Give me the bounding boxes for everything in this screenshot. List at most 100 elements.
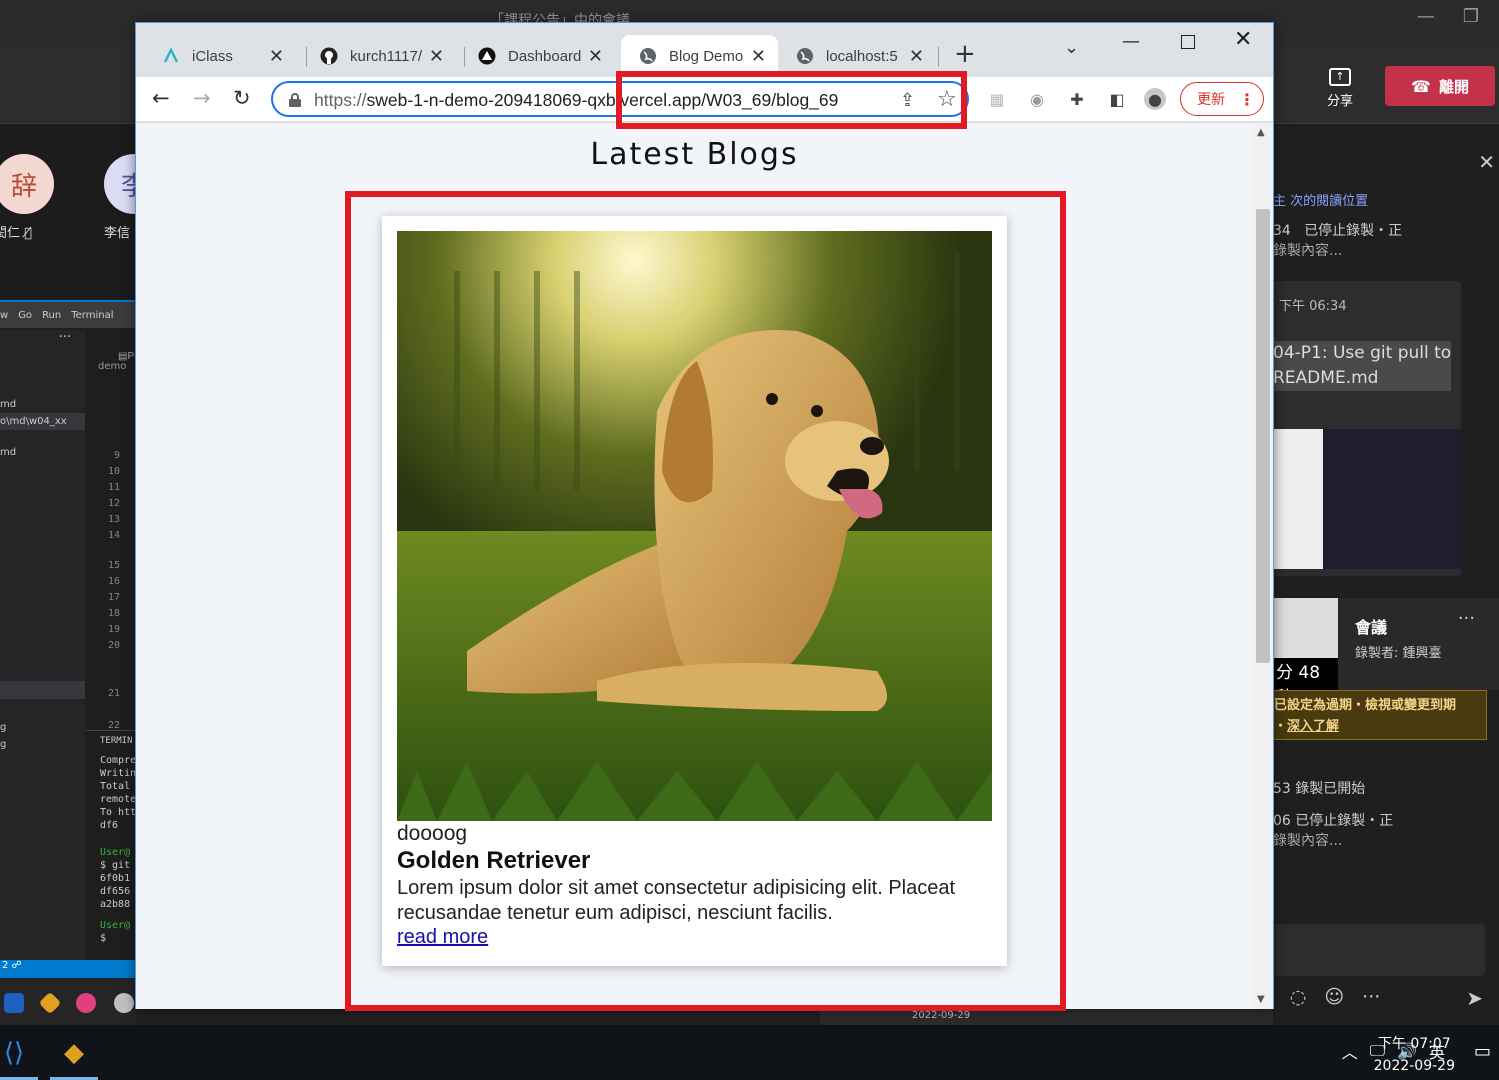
terminal-line: To htt (100, 807, 136, 818)
line-number: 17 (107, 592, 120, 603)
maximize-icon[interactable] (1181, 35, 1195, 49)
line-number: 11 (107, 482, 120, 493)
close-tab-icon[interactable]: ✕ (751, 47, 766, 65)
back-icon[interactable]: ← (152, 86, 170, 110)
chat-message[interactable]: 下午 06:34 04-P1: Use git pull to README.m… (1273, 281, 1461, 576)
vscode-terminal[interactable]: TERMIN Compre Writin Total remote To htt… (86, 730, 136, 960)
reload-icon[interactable]: ↻ (233, 86, 251, 110)
tab-divider (938, 47, 939, 67)
avatar-initial: 辞 (0, 154, 54, 214)
line-number: 9 (113, 450, 120, 461)
line-number: 14 (107, 530, 120, 541)
palette-icon[interactable] (114, 992, 134, 1013)
send-icon[interactable]: ➤ (1466, 986, 1483, 1010)
address-bar[interactable]: https://sweb-1-n-demo-209418069-qxb.verc… (271, 81, 969, 117)
minimize-icon[interactable]: — (1122, 31, 1140, 52)
close-tab-icon[interactable]: ✕ (588, 47, 603, 65)
app-icon[interactable] (4, 992, 24, 1013)
explorer-file[interactable]: o\md\w04_xx (0, 413, 85, 430)
git-taskbar-icon[interactable]: ◆ (50, 1025, 98, 1080)
close-tab-icon[interactable]: ✕ (269, 47, 284, 65)
scroll-down-icon[interactable]: ▼ (1257, 994, 1265, 1005)
vscode-menu-bar: w Go Run Terminal (0, 302, 136, 328)
forward-icon[interactable]: → (193, 86, 211, 110)
more-icon[interactable]: ··· (1362, 986, 1380, 1008)
menu-item[interactable]: Go (18, 310, 32, 321)
recording-title: 會議 (1355, 618, 1388, 637)
tab-localhost[interactable]: localhost:5 ✕ (782, 35, 936, 77)
chat-bubble-icon[interactable]: ◌ (1290, 986, 1307, 1008)
new-tab-button[interactable]: + (954, 41, 976, 67)
tab-dashboard[interactable]: Dashboard ✕ (452, 35, 615, 77)
participant-avatar[interactable]: 辞 閎仁 🎙̸ (0, 154, 54, 241)
url-text[interactable]: https://sweb-1-n-demo-209418069-qxb.verc… (314, 90, 884, 111)
restore-icon[interactable]: ❐ (1463, 6, 1479, 27)
line-number: 10 (107, 466, 120, 477)
close-icon[interactable]: ✕ (1478, 150, 1495, 174)
vscode-taskbar-icon[interactable]: ⟨⟩ (0, 1025, 38, 1080)
bookmark-star-icon[interactable]: ☆ (937, 87, 957, 112)
close-tab-icon[interactable]: ✕ (429, 47, 444, 65)
git-icon[interactable] (38, 991, 62, 1014)
read-more-link[interactable]: read more (397, 926, 488, 949)
screenshot-thumbnail[interactable] (1273, 429, 1461, 569)
share-page-icon[interactable]: ⇪ (900, 90, 915, 111)
lock-icon[interactable] (289, 93, 301, 107)
menu-item[interactable]: w (0, 310, 8, 321)
chevron-up-icon[interactable]: ︿ (1342, 1039, 1358, 1063)
taskbar-clock[interactable]: 下午 07:07 2022-09-29 (1374, 1033, 1455, 1077)
extension-icon[interactable]: ◉ (1026, 88, 1048, 110)
participant-name: 閎仁 🎙̸ (0, 226, 32, 241)
line-number: 16 (107, 576, 120, 587)
tab-blog-demo[interactable]: Blog Demo ✕ (621, 35, 778, 77)
breadcrumb: demo (98, 361, 127, 372)
page-title: Latest Blogs (590, 137, 799, 172)
terminal-line: 6f0b1 (100, 873, 131, 884)
chat-system-line: 錄製內容... (1273, 243, 1343, 259)
emoji-icon[interactable]: ☺ (1324, 986, 1344, 1008)
explorer-file[interactable]: md (0, 396, 85, 413)
more-icon[interactable]: ··· (0, 330, 85, 345)
update-button[interactable]: 更新 ⋮ (1180, 82, 1264, 116)
message-text: 04-P1: Use git pull to README.md (1273, 341, 1452, 391)
explorer-file[interactable]: g (0, 719, 85, 736)
share-button[interactable]: ↑ 分享 (1316, 68, 1364, 109)
recording-thumbnail[interactable]: 分 48秒 (1273, 598, 1338, 708)
explorer-file[interactable]: md (0, 444, 85, 461)
minimize-icon[interactable]: — (1417, 6, 1435, 27)
explorer-selected-row[interactable] (0, 681, 85, 699)
tab-github[interactable]: kurch1117/ ✕ (294, 35, 456, 77)
line-number: 15 (107, 560, 120, 571)
terminal-line: $ (100, 933, 107, 944)
chevron-down-icon[interactable]: ⌄ (1064, 37, 1079, 58)
leave-label: 離開 (1438, 77, 1469, 96)
tab-label: Blog Demo (669, 47, 744, 65)
chat-compose-box[interactable] (1273, 924, 1485, 976)
puzzle-icon[interactable]: ✚ (1066, 88, 1088, 110)
extension-icon[interactable]: ▦ (986, 88, 1008, 110)
line-number: 13 (107, 514, 120, 525)
close-window-icon[interactable]: ✕ (1234, 27, 1252, 52)
line-number: 18 (107, 608, 120, 619)
vertical-scrollbar[interactable]: ▲ ▼ (1253, 123, 1273, 1009)
blog-title: Golden Retriever (397, 847, 591, 874)
leave-button[interactable]: ☎ 離開 (1385, 66, 1495, 106)
learn-more-link[interactable]: 深入了解 (1287, 719, 1339, 734)
notification-icon[interactable]: ▭ (1474, 1041, 1491, 1062)
menu-item[interactable]: Terminal (71, 310, 113, 321)
profile-icon[interactable]: ● (1144, 88, 1166, 110)
side-panel-icon[interactable]: ◧ (1106, 88, 1128, 110)
tab-iclass[interactable]: iClass ✕ (136, 35, 296, 77)
more-options-icon[interactable]: ··· (1458, 608, 1475, 629)
scroll-thumb[interactable] (1256, 209, 1270, 663)
mini-date: 2022-09-29 (912, 1010, 971, 1021)
tab-label: localhost:5 (826, 47, 898, 65)
golden-retriever-photo (397, 231, 992, 821)
close-tab-icon[interactable]: ✕ (909, 47, 924, 65)
menu-item[interactable]: Run (42, 310, 61, 321)
iclass-icon (162, 47, 180, 65)
explorer-file[interactable]: g (0, 736, 85, 753)
balloon-icon[interactable] (76, 992, 96, 1013)
recording-card[interactable]: 分 48秒 會議 錄製者: 鍾興臺 ··· (1273, 598, 1499, 708)
scroll-up-icon[interactable]: ▲ (1257, 127, 1265, 138)
